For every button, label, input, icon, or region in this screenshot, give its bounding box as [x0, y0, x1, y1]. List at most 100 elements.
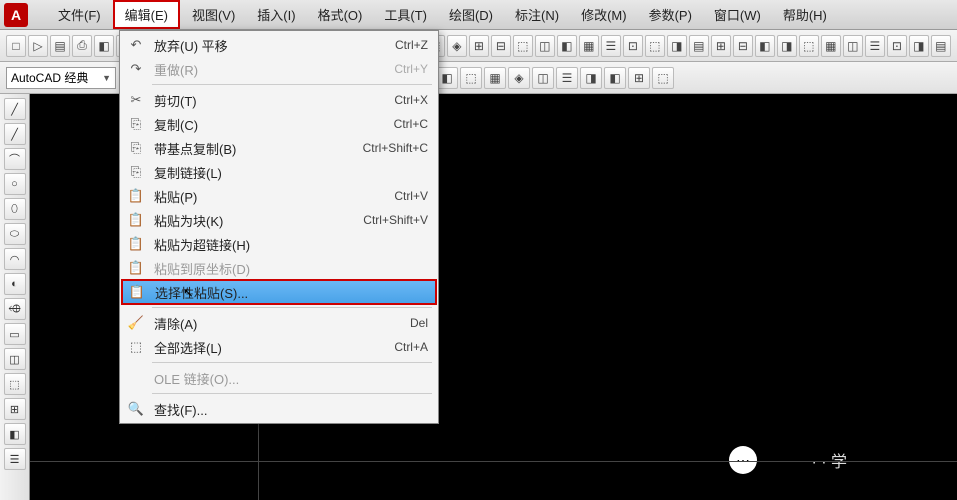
- menu-item-label: 粘贴到原坐标(D): [154, 259, 408, 278]
- tb1-btn-3[interactable]: ⎙: [72, 35, 92, 57]
- tb1-btn-0[interactable]: □: [6, 35, 26, 57]
- tb2-btn-9[interactable]: ◧: [604, 67, 626, 89]
- menu-4[interactable]: 格式(O): [308, 2, 373, 27]
- tb1r-btn-9[interactable]: ⊡: [623, 35, 643, 57]
- menu-item-icon: 📋: [126, 234, 146, 254]
- tb2-btn-11[interactable]: ⬚: [652, 67, 674, 89]
- edit-menu-item-7[interactable]: 📋粘贴(P)Ctrl+V: [122, 184, 436, 208]
- edit-menu-item-11[interactable]: 📋选择性粘贴(S)...↖: [121, 279, 437, 305]
- tb2-btn-5[interactable]: ◈: [508, 67, 530, 89]
- tb1r-btn-20[interactable]: ☰: [865, 35, 885, 57]
- tb1r-btn-22[interactable]: ◨: [909, 35, 929, 57]
- tb1r-btn-6[interactable]: ◧: [557, 35, 577, 57]
- menu-5[interactable]: 工具(T): [374, 2, 437, 27]
- menu-item-shortcut: Ctrl+A: [394, 340, 428, 354]
- draw-tool-8[interactable]: ⬲: [4, 298, 26, 320]
- draw-tool-9[interactable]: ▭: [4, 323, 26, 345]
- edit-menu-item-14[interactable]: ⬚全部选择(L)Ctrl+A: [122, 335, 436, 359]
- menu-item-label: 粘贴为块(K): [154, 211, 343, 230]
- tb1r-btn-12[interactable]: ▤: [689, 35, 709, 57]
- tb1r-btn-17[interactable]: ⬚: [799, 35, 819, 57]
- menu-0[interactable]: 文件(F): [48, 2, 111, 27]
- menu-7[interactable]: 标注(N): [505, 2, 569, 27]
- draw-toolbar: ╱ ╱ ⌒ ○ ⬯ ⬭ ◠ ◐ ⬲ ▭ ◫ ⬚ ⊞ ◧ ☰: [0, 94, 30, 500]
- menu-8[interactable]: 修改(M): [571, 2, 637, 27]
- tb2-btn-4[interactable]: ▦: [484, 67, 506, 89]
- tb2-btn-10[interactable]: ⊞: [628, 67, 650, 89]
- menu-11[interactable]: 帮助(H): [773, 2, 837, 27]
- tb2-btn-7[interactable]: ☰: [556, 67, 578, 89]
- menu-item-icon: ✂: [126, 90, 146, 110]
- tb1r-btn-2[interactable]: ⊞: [469, 35, 489, 57]
- menu-item-icon: 🔍: [126, 399, 146, 419]
- tb2-btn-2[interactable]: ◧: [436, 67, 458, 89]
- edit-menu-item-5[interactable]: ⎘带基点复制(B)Ctrl+Shift+C: [122, 136, 436, 160]
- draw-tool-7[interactable]: ◐: [4, 273, 26, 295]
- tb1r-btn-19[interactable]: ◫: [843, 35, 863, 57]
- tb1r-btn-3[interactable]: ⊟: [491, 35, 511, 57]
- menu-separator: [152, 307, 432, 308]
- tb1r-btn-7[interactable]: ▦: [579, 35, 599, 57]
- edit-menu-item-0[interactable]: ↶放弃(U) 平移Ctrl+Z: [122, 33, 436, 57]
- menu-item-shortcut: Ctrl+V: [394, 189, 428, 203]
- draw-tool-5[interactable]: ⬭: [4, 223, 26, 245]
- menu-item-icon: 📋: [127, 282, 147, 302]
- edit-menu-item-16: OLE 链接(O)...: [122, 366, 436, 390]
- draw-tool-2[interactable]: ⌒: [4, 148, 26, 170]
- tb1-btn-1[interactable]: ▷: [28, 35, 48, 57]
- edit-menu-item-13[interactable]: 🧹清除(A)Del: [122, 311, 436, 335]
- draw-tool-0[interactable]: ╱: [4, 98, 26, 120]
- draw-tool-13[interactable]: ◧: [4, 423, 26, 445]
- tb1r-btn-1[interactable]: ◈: [447, 35, 467, 57]
- tb2-btn-3[interactable]: ⬚: [460, 67, 482, 89]
- menu-1[interactable]: 编辑(E): [113, 0, 180, 29]
- draw-tool-10[interactable]: ◫: [4, 348, 26, 370]
- edit-menu-item-8[interactable]: 📋粘贴为块(K)Ctrl+Shift+V: [122, 208, 436, 232]
- edit-menu-item-4[interactable]: ⎘复制(C)Ctrl+C: [122, 112, 436, 136]
- tb1r-btn-4[interactable]: ⬚: [513, 35, 533, 57]
- menu-item-icon: ⎘: [126, 162, 146, 182]
- app-logo[interactable]: A: [4, 3, 28, 27]
- tb1-btn-4[interactable]: ◧: [94, 35, 114, 57]
- tb1r-btn-23[interactable]: ▤: [931, 35, 951, 57]
- tb1r-btn-13[interactable]: ⊞: [711, 35, 731, 57]
- draw-tool-3[interactable]: ○: [4, 173, 26, 195]
- tb2-btn-8[interactable]: ◨: [580, 67, 602, 89]
- menu-item-label: 重做(R): [154, 60, 374, 79]
- menu-item-shortcut: Ctrl+X: [394, 93, 428, 107]
- menu-separator: [152, 84, 432, 85]
- menu-item-icon: [126, 368, 146, 388]
- tb1-btn-2[interactable]: ▤: [50, 35, 70, 57]
- menu-9[interactable]: 参数(P): [639, 2, 702, 27]
- tb1r-btn-14[interactable]: ⊟: [733, 35, 753, 57]
- tb1r-btn-16[interactable]: ◨: [777, 35, 797, 57]
- menu-6[interactable]: 绘图(D): [439, 2, 503, 27]
- menu-separator: [152, 362, 432, 363]
- draw-tool-1[interactable]: ╱: [4, 123, 26, 145]
- draw-tool-6[interactable]: ◠: [4, 248, 26, 270]
- edit-menu-item-6[interactable]: ⎘复制链接(L): [122, 160, 436, 184]
- tb1r-btn-8[interactable]: ☰: [601, 35, 621, 57]
- edit-menu-item-18[interactable]: 🔍查找(F)...: [122, 397, 436, 421]
- tb1r-btn-18[interactable]: ▦: [821, 35, 841, 57]
- draw-tool-11[interactable]: ⬚: [4, 373, 26, 395]
- draw-tool-4[interactable]: ⬯: [4, 198, 26, 220]
- tb1r-btn-10[interactable]: ⬚: [645, 35, 665, 57]
- tb1r-btn-11[interactable]: ◨: [667, 35, 687, 57]
- menu-2[interactable]: 视图(V): [182, 2, 245, 27]
- workspace-selector[interactable]: AutoCAD 经典 ▼: [6, 67, 116, 89]
- tb1r-btn-21[interactable]: ⊡: [887, 35, 907, 57]
- tb1r-btn-15[interactable]: ◧: [755, 35, 775, 57]
- menu-item-label: 带基点复制(B): [154, 139, 343, 158]
- menu-separator: [152, 393, 432, 394]
- draw-tool-14[interactable]: ☰: [4, 448, 26, 470]
- menu-item-label: OLE 链接(O)...: [154, 369, 408, 388]
- menu-3[interactable]: 插入(I): [247, 2, 305, 27]
- edit-menu-item-9[interactable]: 📋粘贴为超链接(H): [122, 232, 436, 256]
- tb2-btn-6[interactable]: ◫: [532, 67, 554, 89]
- tb1r-btn-5[interactable]: ◫: [535, 35, 555, 57]
- menu-item-icon: 📋: [126, 186, 146, 206]
- draw-tool-12[interactable]: ⊞: [4, 398, 26, 420]
- edit-menu-item-3[interactable]: ✂剪切(T)Ctrl+X: [122, 88, 436, 112]
- menu-10[interactable]: 窗口(W): [704, 2, 771, 27]
